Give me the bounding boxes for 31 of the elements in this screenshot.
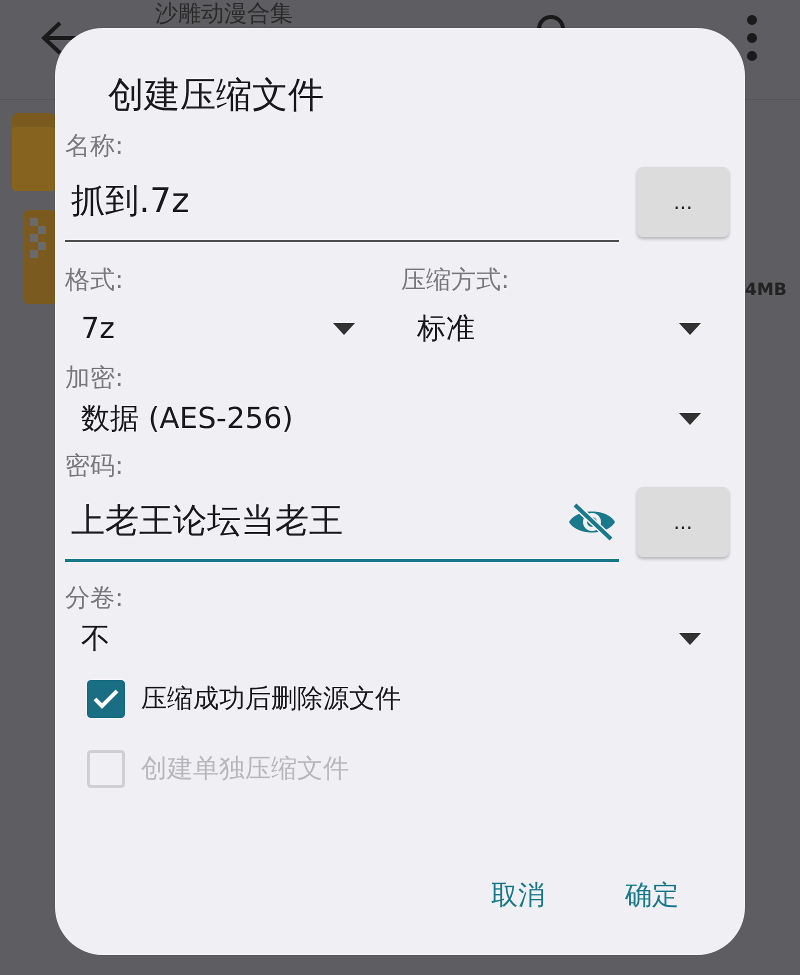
split-dropdown[interactable]: 不 xyxy=(65,614,701,664)
method-dropdown[interactable]: 标准 xyxy=(401,304,701,354)
archive-file-icon xyxy=(24,210,56,304)
caret-icon xyxy=(679,413,701,425)
check-icon xyxy=(93,689,119,709)
search-icon[interactable] xyxy=(536,14,566,30)
caret-icon xyxy=(679,323,701,335)
field-label: 格式: xyxy=(65,264,124,296)
caret-icon xyxy=(679,633,701,645)
cancel-button[interactable]: 取消 xyxy=(491,876,545,916)
option-label: 创建单独压缩文件 xyxy=(141,752,349,786)
folder-icon xyxy=(12,113,56,191)
encryption-dropdown[interactable]: 数据 (AES-256) xyxy=(65,394,701,444)
field-label: 名称: xyxy=(65,130,124,162)
browse-button[interactable]: ... xyxy=(637,487,729,557)
field-label: 压缩方式: xyxy=(401,264,510,296)
confirm-button[interactable]: 确定 xyxy=(625,876,679,916)
checkbox[interactable] xyxy=(87,680,125,718)
option-label: 压缩成功后删除源文件 xyxy=(141,682,401,716)
dialog-title: 创建压缩文件 xyxy=(108,76,325,116)
file-size: 4MB xyxy=(745,279,787,302)
caret-icon xyxy=(333,323,355,335)
field-label: 密码: xyxy=(65,450,124,482)
field-label: 分卷: xyxy=(65,582,124,614)
field-label: 加密: xyxy=(65,362,124,394)
eye-off-icon[interactable] xyxy=(567,502,617,542)
browse-button[interactable]: ... xyxy=(637,167,729,237)
format-dropdown[interactable]: 7z xyxy=(65,304,355,354)
folder-title: 沙雕动漫合集 xyxy=(155,1,293,27)
name-field[interactable]: 抓到.7z xyxy=(65,162,619,242)
password-field[interactable]: 上老王论坛当老王 xyxy=(65,482,619,562)
